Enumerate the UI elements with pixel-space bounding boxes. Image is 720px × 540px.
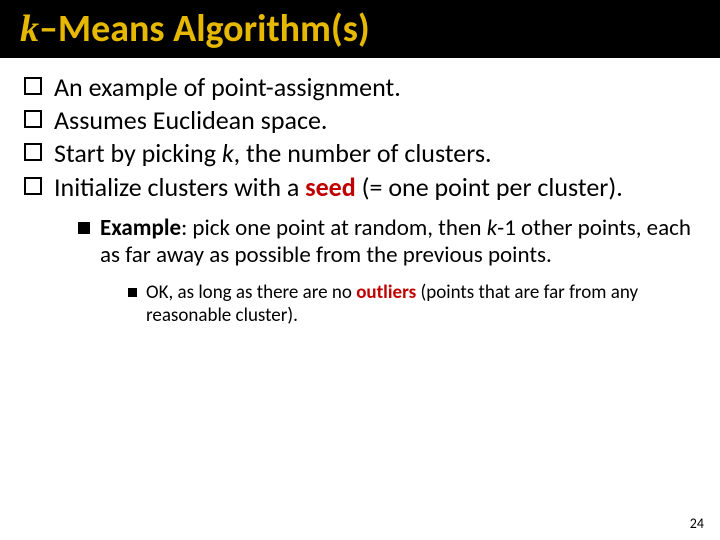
bullet-text-b: (= one point per cluster).	[356, 171, 623, 203]
emph-seed: seed	[305, 171, 356, 203]
list-item: Assumes Euclidean space.	[24, 105, 696, 136]
bullet-list-level3: OK, as long as there are no outliers (po…	[128, 282, 696, 328]
bullet-text-b: , the number of clusters.	[234, 137, 492, 169]
bullet-text-a: Initialize clusters with a	[54, 171, 305, 203]
bullet-list-level2: Example: pick one point at random, then …	[78, 215, 696, 328]
title-bar: k–Means Algorithm(s)	[0, 0, 720, 58]
hollow-square-icon	[24, 77, 42, 95]
emph-example: Example	[100, 214, 181, 242]
list-item: OK, as long as there are no outliers (po…	[128, 282, 696, 328]
filled-square-icon	[78, 222, 90, 234]
hollow-square-icon	[24, 143, 42, 161]
slide-body: An example of point-assignment. Assumes …	[0, 58, 720, 328]
bullet-list-level1: An example of point-assignment. Assumes …	[24, 72, 696, 203]
bullet-text: An example of point-assignment.	[54, 71, 401, 103]
emph-outliers: outliers	[356, 281, 416, 304]
filled-square-icon	[128, 288, 137, 297]
variable-k: k	[487, 214, 497, 242]
subsub-text-a: OK, as long as there are no	[146, 281, 356, 304]
list-item: Initialize clusters with a seed (= one p…	[24, 172, 696, 203]
list-item: Example: pick one point at random, then …	[78, 215, 696, 328]
page-number: 24	[690, 515, 704, 532]
bullet-text: Assumes Euclidean space.	[54, 104, 327, 136]
title-k-italic: k	[20, 8, 39, 50]
hollow-square-icon	[24, 177, 42, 195]
variable-k: k	[222, 137, 234, 169]
bullet-text-a: Start by picking	[54, 137, 222, 169]
slide-title: k–Means Algorithm(s)	[20, 6, 370, 52]
subbullet-text-b: : pick one point at random, then	[181, 214, 487, 242]
title-rest: –Means Algorithm(s)	[39, 6, 370, 52]
list-item: An example of point-assignment.	[24, 72, 696, 103]
hollow-square-icon	[24, 110, 42, 128]
list-item: Start by picking k, the number of cluste…	[24, 138, 696, 169]
